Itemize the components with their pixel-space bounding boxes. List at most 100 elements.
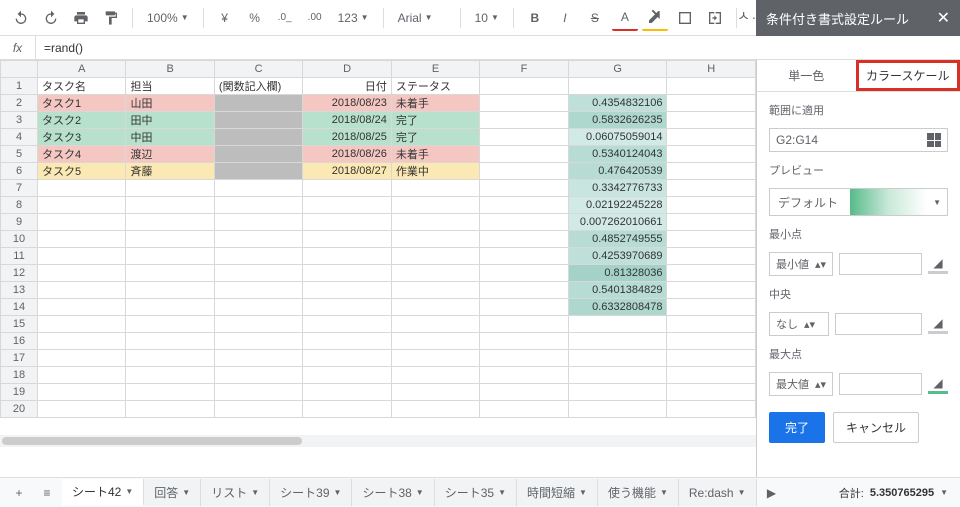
cell-C14[interactable] (214, 299, 302, 316)
cell-C20[interactable] (214, 401, 302, 418)
cell-G2[interactable]: 0.4354832106 (568, 95, 667, 112)
minpoint-select[interactable]: 最小値▴▾ (769, 252, 833, 276)
cell-H18[interactable] (667, 367, 756, 384)
cell-C4[interactable] (214, 129, 302, 146)
cell-B14[interactable] (126, 299, 214, 316)
cell-C11[interactable] (214, 248, 302, 265)
cell-C12[interactable] (214, 265, 302, 282)
cell-G11[interactable]: 0.4253970689 (568, 248, 667, 265)
spreadsheet-grid[interactable]: ABCDEFGH1タスク名担当(関数記入欄)日付ステータス2タスク1山田2018… (0, 60, 756, 477)
cell-G10[interactable]: 0.4852749555 (568, 231, 667, 248)
add-sheet-button[interactable]: + (6, 480, 32, 506)
cell-F5[interactable] (480, 146, 568, 163)
cell-F13[interactable] (480, 282, 568, 299)
cell-A17[interactable] (38, 350, 126, 367)
cell-G6[interactable]: 0.476420539 (568, 163, 667, 180)
midpoint-color-button[interactable]: ◢ (928, 314, 948, 334)
cell-H8[interactable] (667, 197, 756, 214)
cell-E18[interactable] (391, 367, 479, 384)
cell-F12[interactable] (480, 265, 568, 282)
cell-F8[interactable] (480, 197, 568, 214)
cell-E1[interactable]: ステータス (391, 78, 479, 95)
cell-D6[interactable]: 2018/08/27 (303, 163, 391, 180)
cell-E15[interactable] (391, 316, 479, 333)
zoom-select[interactable]: 100%▼ (141, 11, 195, 25)
cell-H16[interactable] (667, 333, 756, 350)
cell-B1[interactable]: 担当 (126, 78, 214, 95)
cell-D2[interactable]: 2018/08/23 (303, 95, 391, 112)
cell-H1[interactable] (667, 78, 756, 95)
maxpoint-select[interactable]: 最大値▴▾ (769, 372, 833, 396)
row-header-20[interactable]: 20 (1, 401, 38, 418)
cell-A12[interactable] (38, 265, 126, 282)
cell-H4[interactable] (667, 129, 756, 146)
cell-F15[interactable] (480, 316, 568, 333)
cell-D14[interactable] (303, 299, 391, 316)
sheet-tab[interactable]: 使う機能 ▼ (598, 479, 679, 506)
col-header-B[interactable]: B (126, 61, 214, 78)
cell-B9[interactable] (126, 214, 214, 231)
cell-B7[interactable] (126, 180, 214, 197)
cell-D20[interactable] (303, 401, 391, 418)
cell-A11[interactable] (38, 248, 126, 265)
range-input[interactable]: G2:G14 (769, 128, 948, 152)
cell-G7[interactable]: 0.3342776733 (568, 180, 667, 197)
cell-E17[interactable] (391, 350, 479, 367)
close-icon[interactable]: ✕ (937, 8, 950, 28)
cell-H14[interactable] (667, 299, 756, 316)
col-header-A[interactable]: A (38, 61, 126, 78)
row-header-2[interactable]: 2 (1, 95, 38, 112)
cell-D16[interactable] (303, 333, 391, 350)
sheet-tab[interactable]: シート38 ▼ (352, 479, 434, 506)
tab-color-scale[interactable]: カラースケール (856, 60, 960, 91)
cell-B17[interactable] (126, 350, 214, 367)
cell-A13[interactable] (38, 282, 126, 299)
cell-G8[interactable]: 0.02192245228 (568, 197, 667, 214)
cell-A19[interactable] (38, 384, 126, 401)
cell-C9[interactable] (214, 214, 302, 231)
row-header-9[interactable]: 9 (1, 214, 38, 231)
cell-B5[interactable]: 渡辺 (126, 146, 214, 163)
cell-F10[interactable] (480, 231, 568, 248)
cell-H17[interactable] (667, 350, 756, 367)
row-header-14[interactable]: 14 (1, 299, 38, 316)
cell-H6[interactable] (667, 163, 756, 180)
cell-F2[interactable] (480, 95, 568, 112)
cell-H12[interactable] (667, 265, 756, 282)
cell-F20[interactable] (480, 401, 568, 418)
cell-A14[interactable] (38, 299, 126, 316)
cell-A1[interactable]: タスク名 (38, 78, 126, 95)
cell-D7[interactable] (303, 180, 391, 197)
cell-H19[interactable] (667, 384, 756, 401)
cell-D1[interactable]: 日付 (303, 78, 391, 95)
cell-A5[interactable]: タスク4 (38, 146, 126, 163)
col-header-D[interactable]: D (303, 61, 391, 78)
cell-H10[interactable] (667, 231, 756, 248)
currency-button[interactable]: ¥ (212, 5, 238, 31)
cell-A20[interactable] (38, 401, 126, 418)
cell-B8[interactable] (126, 197, 214, 214)
cell-A3[interactable]: タスク2 (38, 112, 126, 129)
cell-C3[interactable] (214, 112, 302, 129)
cell-A7[interactable] (38, 180, 126, 197)
cell-E4[interactable]: 完了 (391, 129, 479, 146)
cell-F3[interactable] (480, 112, 568, 129)
sheet-tab[interactable]: Re:dash ▼ (679, 479, 757, 506)
cell-E5[interactable]: 未着手 (391, 146, 479, 163)
cell-B2[interactable]: 山田 (126, 95, 214, 112)
borders-button[interactable] (672, 5, 698, 31)
row-header-6[interactable]: 6 (1, 163, 38, 180)
tab-single-color[interactable]: 単一色 (757, 60, 856, 91)
cell-E2[interactable]: 未着手 (391, 95, 479, 112)
cell-C1[interactable]: (関数記入欄) (214, 78, 302, 95)
cell-H11[interactable] (667, 248, 756, 265)
cell-E7[interactable] (391, 180, 479, 197)
cell-E16[interactable] (391, 333, 479, 350)
cell-E19[interactable] (391, 384, 479, 401)
cell-B18[interactable] (126, 367, 214, 384)
cell-B6[interactable]: 斉藤 (126, 163, 214, 180)
cell-D17[interactable] (303, 350, 391, 367)
cell-D13[interactable] (303, 282, 391, 299)
col-header-C[interactable]: C (214, 61, 302, 78)
cell-D10[interactable] (303, 231, 391, 248)
